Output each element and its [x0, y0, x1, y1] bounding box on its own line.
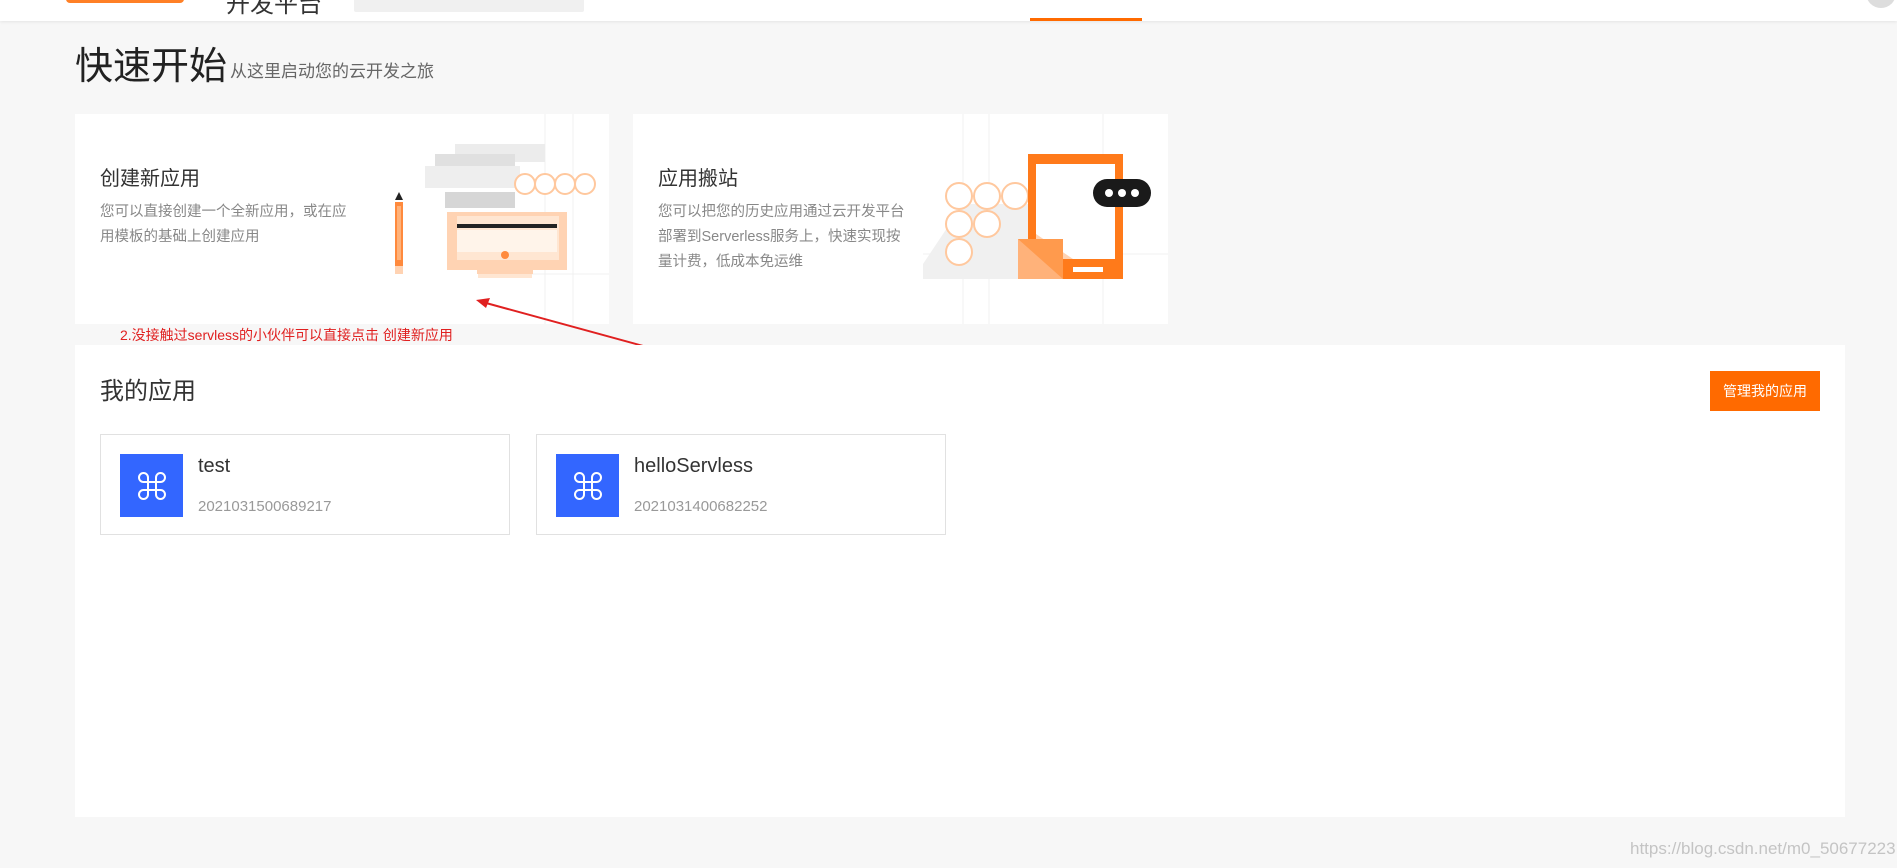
- page-subtitle: 从这里启动您的云开发之旅: [230, 62, 434, 81]
- create-new-app-card[interactable]: 创建新应用 您可以直接创建一个全新应用，或在应用模板的基础上创建应用: [75, 114, 609, 324]
- manage-apps-button[interactable]: 管理我的应用: [1710, 371, 1820, 411]
- page-title: 快速开始: [75, 46, 228, 88]
- avatar[interactable]: [1866, 0, 1896, 8]
- platform-name: 开发平台: [226, 0, 322, 18]
- command-icon: [120, 454, 183, 517]
- my-apps-panel: 我的应用 管理我的应用 test 2021031500689217 helloS…: [75, 345, 1845, 817]
- app-id: 2021031500689217: [198, 498, 332, 515]
- card-title: 创建新应用: [100, 168, 200, 190]
- card-description: 您可以把您的历史应用通过云开发平台部署到Serverless服务上，快速实现按量…: [658, 204, 905, 270]
- app-card-test[interactable]: test 2021031500689217: [100, 434, 510, 535]
- app-migration-card[interactable]: 应用搬站 您可以把您的历史应用通过云开发平台部署到Serverless服务上，快…: [633, 114, 1168, 324]
- annotation-text: 2.没接触过servless的小伙伴可以直接点击 创建新应用: [120, 327, 453, 343]
- app-id: 2021031400682252: [634, 498, 768, 515]
- command-icon: [556, 454, 619, 517]
- app-name: test: [198, 455, 231, 477]
- my-apps-title: 我的应用: [100, 378, 196, 405]
- active-nav-indicator: [1030, 18, 1142, 21]
- migration-illustration: [923, 114, 1168, 324]
- watermark: https://blog.csdn.net/m0_50677223: [1630, 839, 1896, 858]
- top-navigation-bar: 开发平台: [0, 0, 1897, 21]
- app-card-helloservless[interactable]: helloServless 2021031400682252: [536, 434, 946, 535]
- logo[interactable]: [66, 0, 184, 4]
- card-title: 应用搬站: [658, 168, 738, 190]
- create-app-illustration: [395, 114, 609, 324]
- card-description: 您可以直接创建一个全新应用，或在应用模板的基础上创建应用: [100, 204, 347, 245]
- app-name: helloServless: [634, 455, 753, 477]
- search-input[interactable]: [354, 0, 584, 12]
